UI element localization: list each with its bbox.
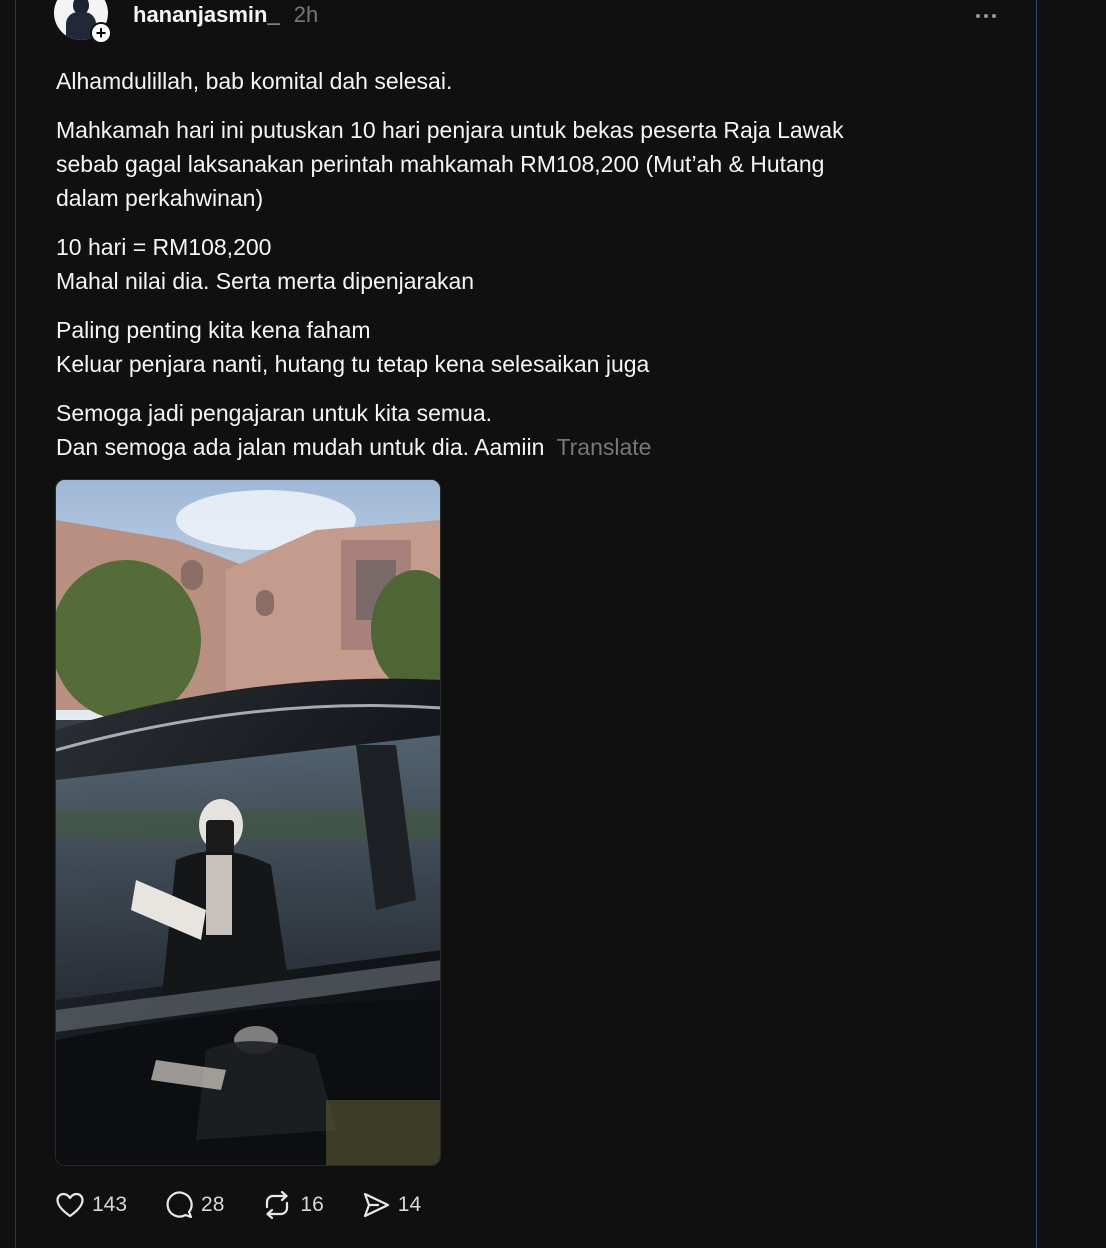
post-paragraph: 10 hari = RM108,200 Mahal nilai dia. Ser… xyxy=(56,230,916,298)
send-arrow-icon xyxy=(363,1192,389,1218)
post-line-text: Dan semoga ada jalan mudah untuk dia. Aa… xyxy=(56,434,545,460)
translate-link[interactable]: Translate xyxy=(556,434,651,460)
post-paragraph: Alhamdulillah, bab komital dah selesai. xyxy=(56,64,916,98)
like-button[interactable]: 143 xyxy=(56,1192,127,1218)
repost-button[interactable]: 16 xyxy=(262,1191,324,1219)
repost-count: 16 xyxy=(300,1193,324,1216)
post-line: dalam perkahwinan) xyxy=(56,185,264,211)
post-paragraph: Mahkamah hari ini putuskan 10 hari penja… xyxy=(56,113,916,215)
like-count: 143 xyxy=(92,1193,128,1216)
post-actions: 143 28 16 14 xyxy=(56,1188,459,1222)
feed-column: + hananjasmin_ 2h Alhamdulillah, bab kom… xyxy=(15,0,1037,1248)
post-photo[interactable] xyxy=(55,479,441,1166)
repost-arrows-icon xyxy=(266,1191,289,1219)
post-line: Paling penting kita kena faham xyxy=(56,317,371,343)
post-line: Mahkamah hari ini putuskan 10 hari penja… xyxy=(56,117,844,143)
follow-plus-icon[interactable]: + xyxy=(90,22,112,44)
heart-icon xyxy=(56,1192,84,1218)
post-paragraph: Semoga jadi pengajaran untuk kita semua.… xyxy=(56,396,916,464)
more-dots-icon xyxy=(976,14,980,18)
post-text: Alhamdulillah, bab komital dah selesai. … xyxy=(56,64,916,479)
reply-count: 28 xyxy=(201,1193,225,1216)
speech-bubble-icon xyxy=(166,1191,193,1219)
post-timestamp[interactable]: 2h xyxy=(294,2,318,28)
tree-left xyxy=(56,560,201,720)
post-line: 10 hari = RM108,200 xyxy=(56,234,272,260)
post-line: Mahal nilai dia. Serta merta dipenjaraka… xyxy=(56,268,475,294)
share-button[interactable]: 14 xyxy=(362,1191,421,1219)
post-paragraph: Paling penting kita kena faham Keluar pe… xyxy=(56,313,916,381)
post-line: Alhamdulillah, bab komital dah selesai. xyxy=(56,68,453,94)
post-line: Dan semoga ada jalan mudah untuk dia. Aa… xyxy=(56,430,916,464)
reply-button[interactable]: 28 xyxy=(165,1191,224,1219)
username[interactable]: hananjasmin_ xyxy=(133,2,280,28)
share-count: 14 xyxy=(397,1193,422,1216)
photo-illustration xyxy=(56,480,440,1165)
post-line: sebab gagal laksanakan perintah mahkamah… xyxy=(56,151,825,177)
avatar[interactable]: + xyxy=(54,0,112,44)
post-line: Semoga jadi pengajaran untuk kita semua. xyxy=(56,400,493,426)
post-header: hananjasmin_ 2h xyxy=(133,2,318,32)
more-options-button[interactable] xyxy=(970,4,1002,28)
post-line: Keluar penjara nanti, hutang tu tetap ke… xyxy=(56,351,650,377)
